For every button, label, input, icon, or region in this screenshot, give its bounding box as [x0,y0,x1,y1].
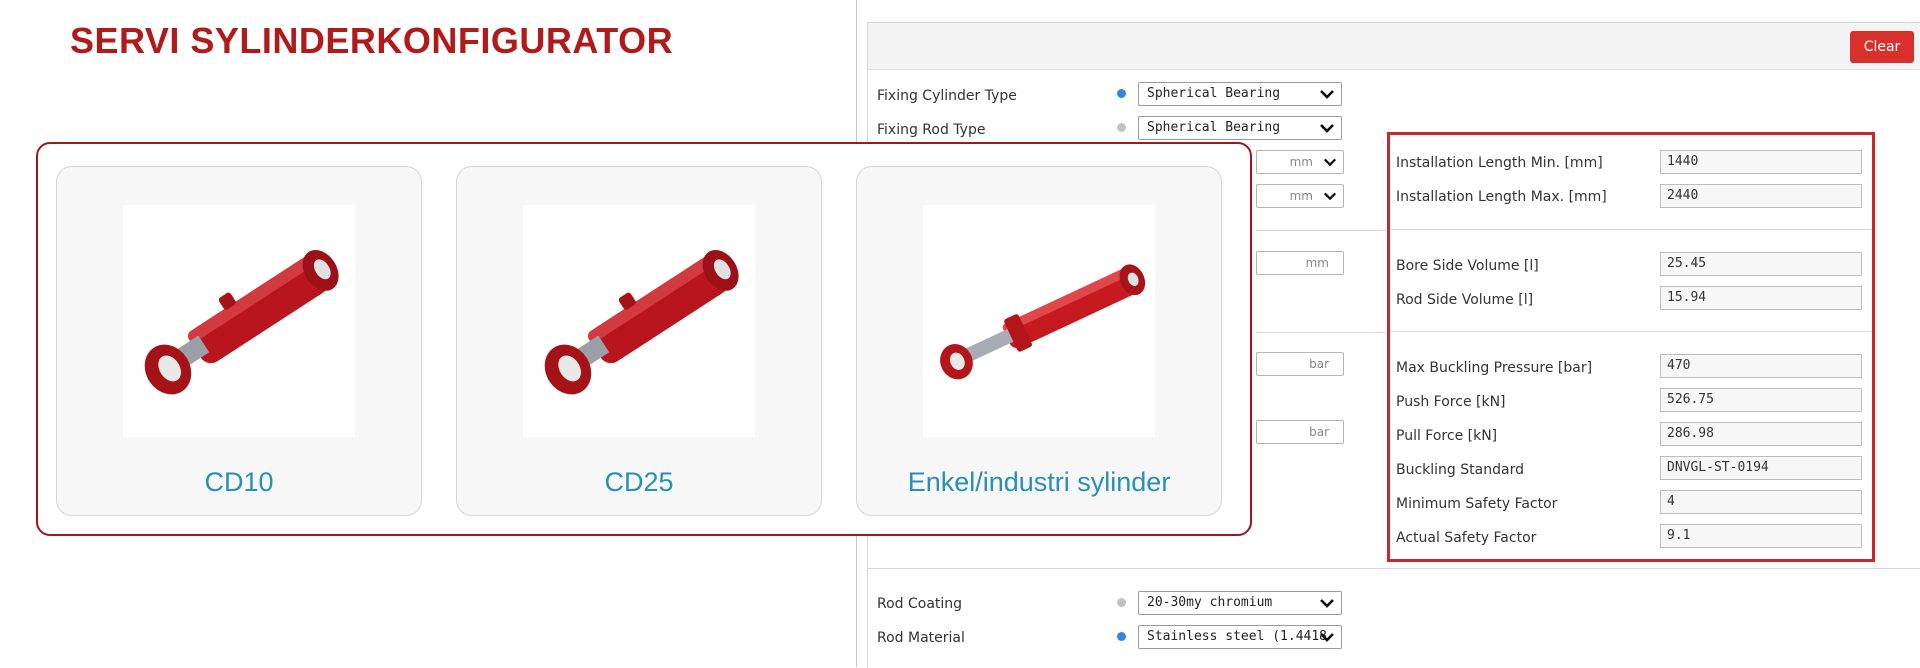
actual-safety-factor-field[interactable]: 9.1 [1660,524,1862,548]
chevron-down-icon [1320,90,1334,99]
product-card-enkel-industri[interactable]: Enkel/industri sylinder [856,166,1222,516]
cylinder-image [923,205,1155,437]
cylinder-image [123,205,355,437]
minimum-safety-factor-field[interactable]: 4 [1660,490,1862,514]
cylinder-image [523,205,755,437]
push-force-field[interactable]: 526.75 [1660,388,1862,412]
rod-coating-label: Rod Coating [877,596,963,612]
max-buckling-pressure-field[interactable]: 470 [1660,354,1862,378]
minimum-safety-factor-label: Minimum Safety Factor [1396,496,1558,512]
product-selector: CD10 CD25 Enkel/industri sylinder [36,142,1252,536]
unit-select-mm-2[interactable]: mm [1256,184,1344,208]
fixing-rod-type-select[interactable]: Spherical Bearing [1138,116,1342,140]
buckling-standard-label: Buckling Standard [1396,462,1524,478]
bore-side-volume-label: Bore Side Volume [l] [1396,258,1539,274]
chevron-down-icon [1320,599,1334,608]
unit-select-mm-1[interactable]: mm [1256,150,1344,174]
section-divider [1256,332,1386,333]
rod-side-volume-field[interactable]: 15.94 [1660,286,1862,310]
page-title: SERVI SYLINDERKONFIGURATOR [70,20,674,61]
section-divider [1256,230,1386,231]
rod-side-volume-label: Rod Side Volume [l] [1396,292,1534,308]
fixing-cylinder-type-value: Spherical Bearing [1147,86,1281,101]
rod-coating-value: 20-30my chromium [1147,595,1273,610]
hydraulic-cylinder-icon [144,249,339,395]
push-force-label: Push Force [kN] [1396,394,1506,410]
installation-length-min-field[interactable]: 1440 [1660,150,1862,174]
max-buckling-pressure-label: Max Buckling Pressure [bar] [1396,360,1593,376]
unit-field-mm[interactable]: mm [1256,251,1344,275]
chevron-down-icon [1320,124,1334,133]
results-divider [1390,331,1872,332]
hydraulic-cylinder-icon [940,264,1146,380]
fixing-cylinder-type-label: Fixing Cylinder Type [877,88,1017,104]
fixing-rod-type-label: Fixing Rod Type [877,122,986,138]
unit-label: mm [1305,256,1329,270]
unit-label: mm [1289,155,1313,169]
form-header: Clear [868,23,1920,70]
hydraulic-cylinder-icon [544,249,739,395]
installation-length-max-label: Installation Length Max. [mm] [1396,189,1607,205]
pull-force-field[interactable]: 286.98 [1660,422,1862,446]
rod-material-select[interactable]: Stainless steel (1.4418 [1138,625,1342,649]
product-name: CD10 [204,467,274,497]
product-name: CD25 [604,467,674,497]
status-dot-active [1117,89,1126,98]
bore-side-volume-field[interactable]: 25.45 [1660,252,1862,276]
section-divider [867,568,1920,569]
clear-button[interactable]: Clear [1850,31,1914,63]
chevron-down-icon [1323,192,1337,201]
rod-material-value: Stainless steel (1.4418 [1147,629,1328,644]
installation-length-max-field[interactable]: 2440 [1660,184,1862,208]
actual-safety-factor-label: Actual Safety Factor [1396,530,1537,546]
unit-label: bar [1309,357,1329,371]
buckling-standard-field[interactable]: DNVGL-ST-0194 [1660,456,1862,480]
rod-coating-select[interactable]: 20-30my chromium [1138,591,1342,615]
status-dot-inactive [1117,598,1126,607]
unit-label: bar [1309,425,1329,439]
product-name: Enkel/industri sylinder [907,467,1171,497]
unit-field-bar-1[interactable]: bar [1256,352,1344,376]
results-divider [1390,229,1872,230]
installation-length-min-label: Installation Length Min. [mm] [1396,155,1603,171]
rod-material-label: Rod Material [877,630,965,646]
chevron-down-icon [1323,158,1337,167]
product-card-cd25[interactable]: CD25 [456,166,822,516]
fixing-cylinder-type-select[interactable]: Spherical Bearing [1138,82,1342,106]
product-card-cd10[interactable]: CD10 [56,166,422,516]
unit-field-bar-2[interactable]: bar [1256,420,1344,444]
fixing-rod-type-value: Spherical Bearing [1147,120,1281,135]
status-dot-inactive [1117,123,1126,132]
pull-force-label: Pull Force [kN] [1396,428,1498,444]
chevron-down-icon [1320,633,1334,642]
status-dot-active [1117,632,1126,641]
unit-label: mm [1289,189,1313,203]
